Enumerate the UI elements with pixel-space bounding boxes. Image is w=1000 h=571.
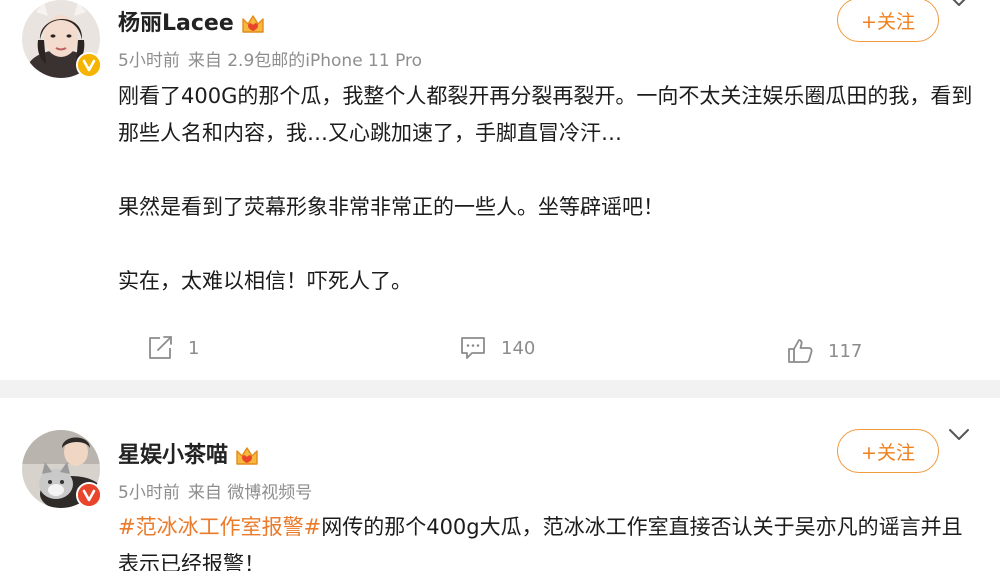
post-time: 5小时前	[118, 483, 180, 503]
repost-icon	[149, 336, 172, 359]
follow-button[interactable]: +关注	[837, 429, 939, 473]
like-count: 117	[828, 340, 863, 362]
post-source: 来自 微博视频号	[187, 483, 313, 503]
post-meta: 5小时前 来自 2.9包邮的iPhone 11 Pro	[118, 50, 422, 72]
post-paragraph: 实在，太难以相信！吓死人了。	[118, 269, 412, 293]
hashtag-link[interactable]: #范冰冰工作室报警#	[118, 515, 321, 539]
post-paragraph: #范冰冰工作室报警#网传的那个400g大瓜，范冰冰工作室直接否认关于吴亦凡的谣言…	[118, 509, 978, 571]
post-meta: 5小时前 来自 微博视频号	[118, 482, 312, 504]
vip-crown-icon	[234, 444, 260, 468]
comment-icon	[461, 337, 485, 359]
follow-button[interactable]: +关注	[837, 0, 939, 42]
verified-badge-icon	[76, 52, 102, 78]
vip-crown-icon	[240, 12, 266, 36]
post-actions: 1 140 117	[0, 332, 1000, 368]
weibo-post: 杨丽Lacee 5小时前 来自 2.9包邮的iPhone 11 Pro +关注 刚…	[0, 0, 1000, 380]
comment-button[interactable]: 140	[459, 334, 535, 362]
post-paragraph: 果然是看到了荧幕形象非常非常正的一些人。坐等辟谣吧！	[118, 195, 664, 219]
post-separator	[0, 380, 1000, 398]
comment-count: 140	[501, 337, 536, 359]
post-content: 刚看了400G的那个瓜，我整个人都裂开再分裂再裂开。一向不太关注娱乐圈瓜田的我，…	[118, 78, 978, 300]
post-time: 5小时前	[118, 51, 180, 71]
username[interactable]: 星娱小茶喵	[118, 442, 260, 470]
repost-button[interactable]: 1	[146, 334, 199, 362]
chevron-down-icon[interactable]	[948, 0, 970, 8]
repost-count: 1	[188, 337, 200, 359]
like-icon	[788, 339, 813, 363]
username[interactable]: 杨丽Lacee	[118, 10, 266, 38]
weibo-post: 星娱小茶喵 5小时前 来自 微博视频号 +关注 #范冰冰工作室报警#网传的那个40…	[0, 398, 1000, 571]
post-source: 来自 2.9包邮的iPhone 11 Pro	[187, 51, 423, 71]
chevron-down-icon[interactable]	[948, 428, 970, 442]
like-button[interactable]: 117	[786, 337, 862, 365]
post-paragraph: 刚看了400G的那个瓜，我整个人都裂开再分裂再裂开。一向不太关注娱乐圈瓜田的我，…	[118, 84, 973, 145]
post-content: #范冰冰工作室报警#网传的那个400g大瓜，范冰冰工作室直接否认关于吴亦凡的谣言…	[118, 509, 978, 571]
verified-badge-icon	[76, 482, 102, 508]
